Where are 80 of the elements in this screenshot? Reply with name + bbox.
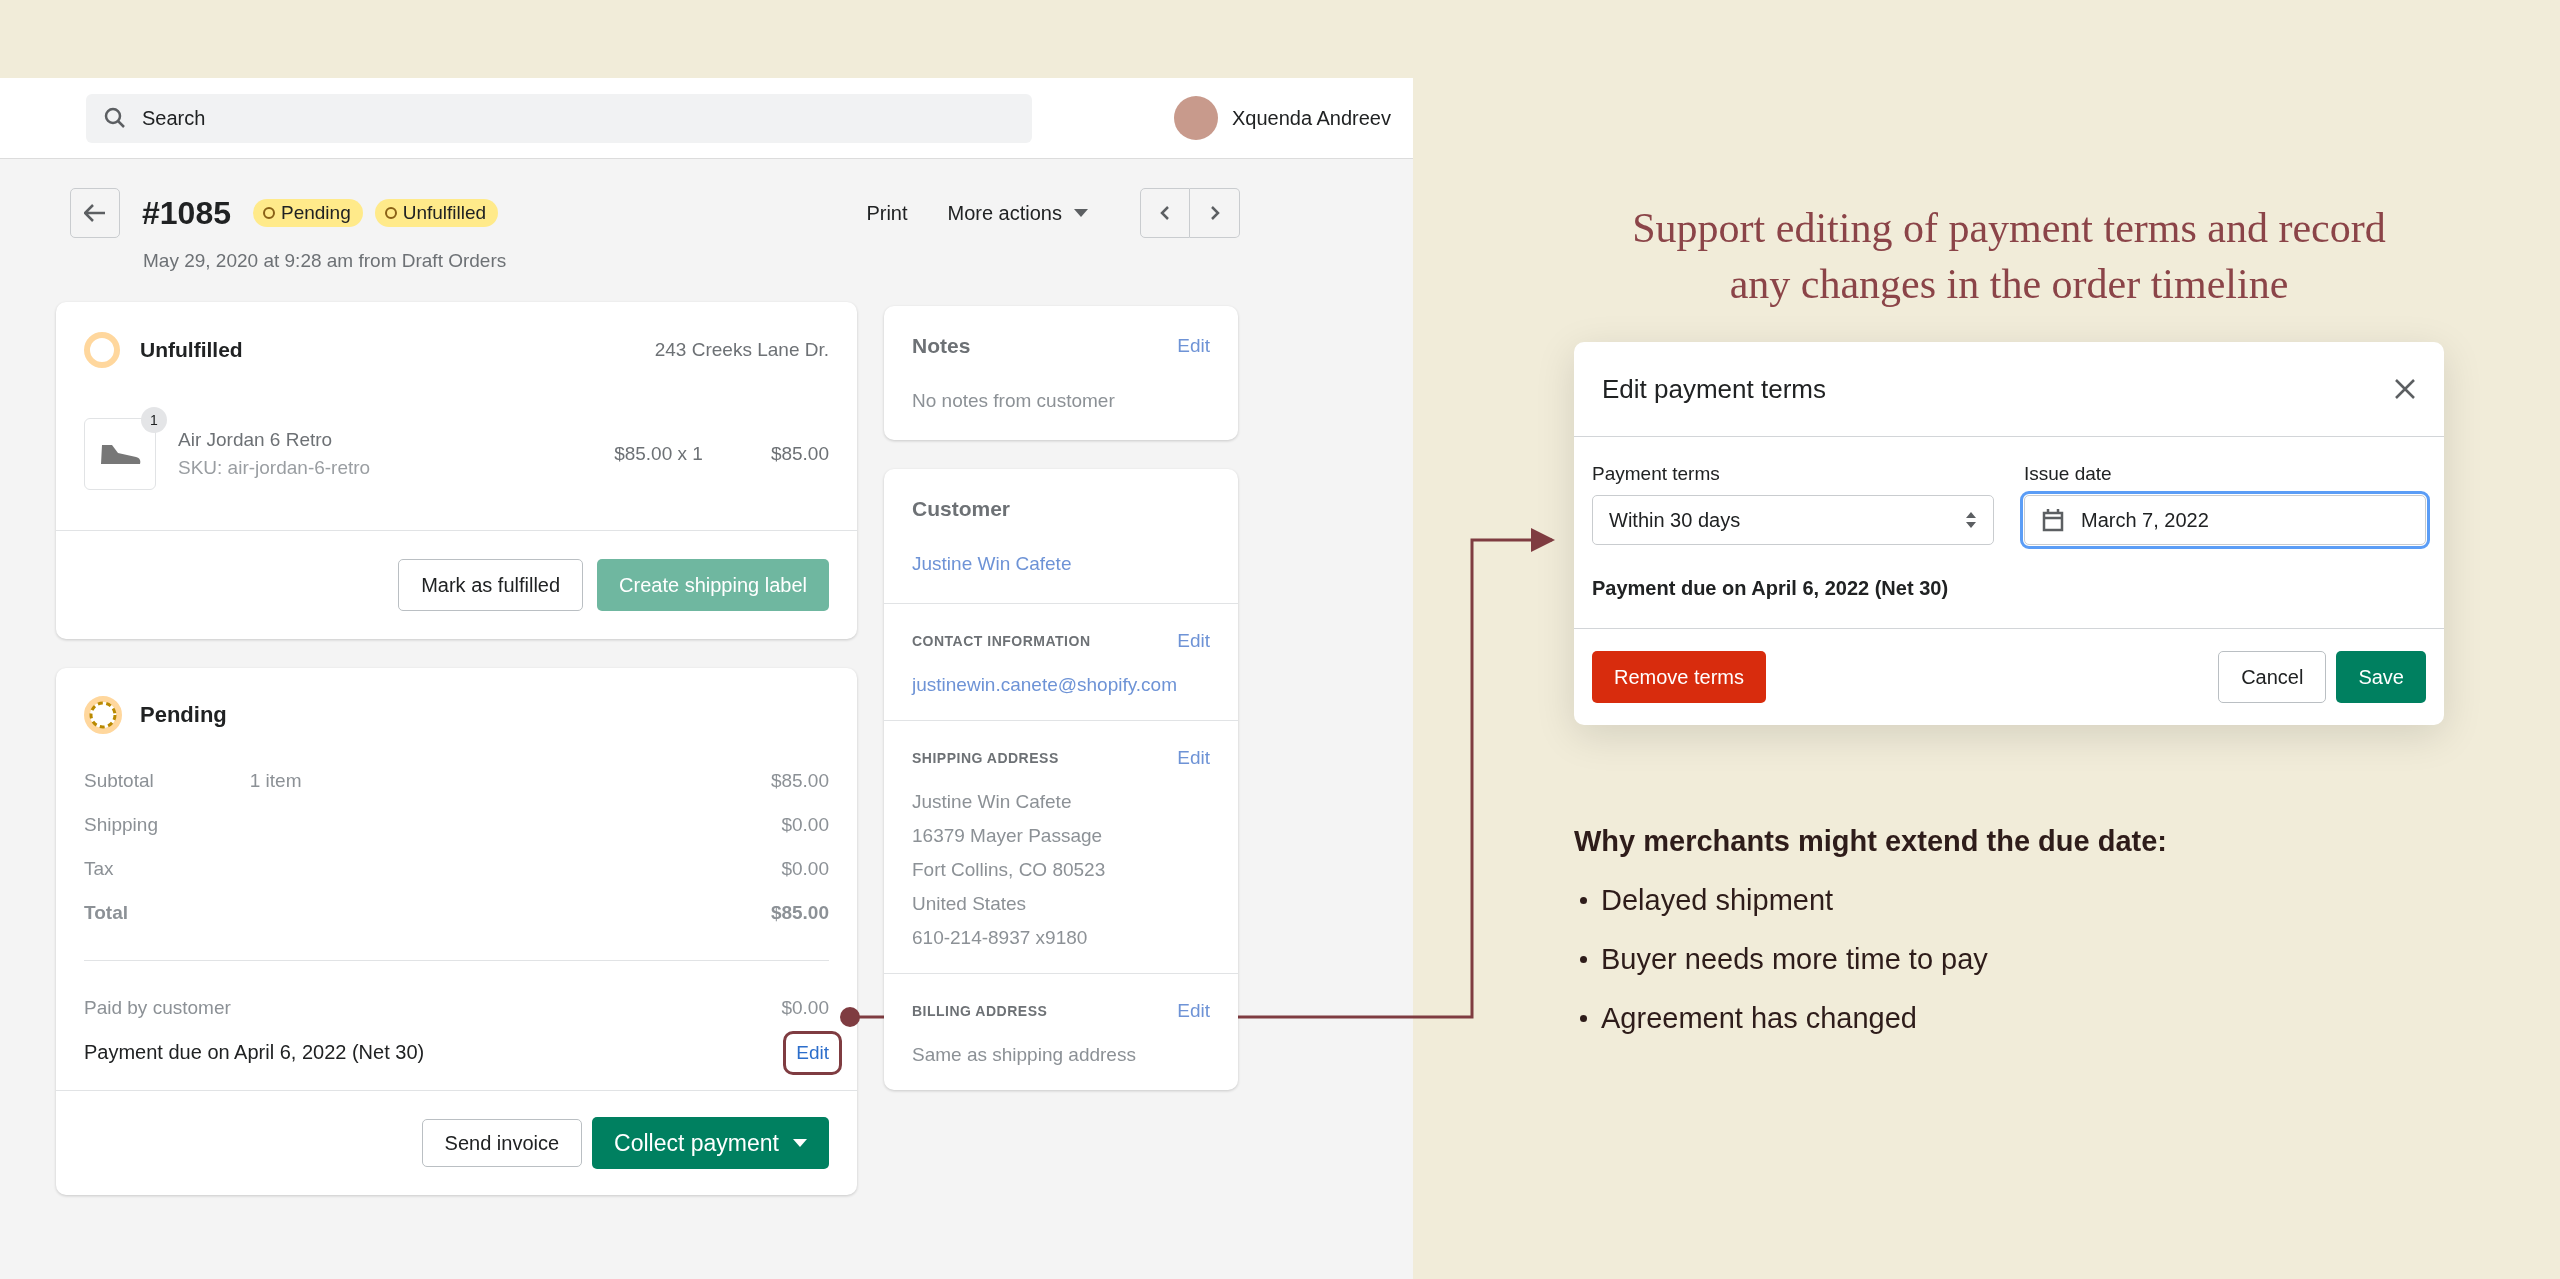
address-line: 610-214-8937 x9180 [912, 927, 1089, 949]
back-button[interactable] [70, 188, 120, 238]
field-label: Payment terms [1592, 463, 1721, 485]
remove-terms-button[interactable]: Remove terms [1592, 651, 1767, 703]
address-line: 16379 Mayer Passage [912, 825, 1104, 847]
cancel-button[interactable]: Cancel [2218, 651, 2327, 703]
reason-item: Delayed shipment [1601, 884, 1834, 917]
card-title: Unfulfilled [140, 338, 243, 362]
chevron-right-icon [1209, 205, 1220, 221]
payment-due-text: Payment due on April 6, 2022 (Net 30) [1592, 577, 1950, 600]
product-name: Air Jordan 6 Retro [178, 429, 334, 451]
close-button[interactable] [2394, 378, 2416, 400]
section-heading: CONTACT INFORMATION [912, 633, 1091, 649]
calendar-icon [2042, 508, 2064, 532]
collect-payment-button[interactable]: Collect payment [592, 1117, 829, 1169]
quantity-badge: 1 [141, 407, 167, 433]
address-line: United States [912, 893, 1028, 915]
address-line: Justine Win Cafete [912, 791, 1073, 813]
card-title: Notes [912, 334, 971, 358]
summary-label: Total [84, 902, 128, 924]
address-line: Same as shipping address [912, 1044, 1137, 1066]
print-button[interactable]: Print [866, 201, 908, 225]
edit-link[interactable]: Edit [1177, 1000, 1210, 1022]
headline: Support editing of payment terms and record any changes in the order timeline [1631, 204, 2387, 309]
shipping-address: 243 Creeks Lane Dr. [654, 339, 829, 361]
mark-fulfilled-button[interactable]: Mark as fulfilled [398, 559, 584, 611]
summary-amount: $0.00 [781, 858, 829, 880]
caret-icon [793, 1139, 807, 1147]
notes-text: No notes from customer [912, 390, 1116, 412]
pending-status-icon [84, 696, 122, 734]
edit-link[interactable]: Edit [1177, 747, 1210, 769]
back-arrow-icon [84, 204, 106, 222]
section-heading: SHIPPING ADDRESS [912, 750, 1059, 766]
summary-label: Shipping [84, 814, 158, 836]
search-icon [104, 107, 126, 129]
bullet-icon [1580, 897, 1587, 904]
close-icon [2394, 378, 2416, 400]
summary-amount: $0.00 [781, 814, 829, 836]
unit-price: $85.00 x 1 [614, 443, 703, 465]
reasons-heading: Why merchants might extend the due date: [1574, 825, 2168, 858]
up-down-arrows-icon [1965, 511, 1977, 529]
chevron-left-icon [1160, 205, 1170, 221]
product-sku: SKU: air-jordan-6-retro [178, 457, 371, 479]
section-heading: BILLING ADDRESS [912, 1003, 1048, 1019]
order-number: #1085 [142, 194, 231, 232]
save-button[interactable]: Save [2336, 651, 2426, 703]
status-ring-icon [84, 332, 120, 368]
status-badge: Pending [253, 199, 363, 227]
summary-label: Tax [84, 858, 114, 880]
dialog-title: Edit payment terms [1602, 373, 1826, 405]
payment-due-text: Payment due on April 6, 2022 (Net 30) [84, 1041, 425, 1064]
caret-icon [1074, 209, 1088, 217]
reason-item: Buyer needs more time to pay [1601, 943, 1988, 976]
edit-link[interactable]: Edit [1177, 630, 1210, 652]
more-actions-button[interactable]: More actions [947, 201, 1088, 225]
summary-label: Subtotal [84, 770, 154, 792]
edit-link[interactable]: Edit [796, 1041, 829, 1063]
bullet-icon [1580, 1015, 1587, 1022]
user-name: Xquenda Andreev [1231, 106, 1391, 130]
address-line: Fort Collins, CO 80523 [912, 859, 1107, 881]
card-title: Pending [140, 702, 227, 728]
card-title: Customer [912, 497, 1012, 521]
order-date: May 29, 2020 at 9:28 am from Draft Orders [143, 250, 508, 272]
line-total: $85.00 [770, 443, 829, 465]
email-link[interactable]: justinewin.canete@shopify.com [912, 674, 1210, 696]
search-field[interactable]: Search [86, 93, 1032, 143]
avatar [1173, 96, 1218, 140]
bullet-icon [1580, 956, 1587, 963]
field-label: Issue date [2024, 463, 2113, 485]
summary-detail: 1 item [249, 770, 302, 792]
reason-item: Agreement has changed [1601, 1002, 1917, 1035]
summary-amount: $85.00 [770, 902, 829, 924]
edit-link[interactable]: Edit [1177, 335, 1210, 357]
status-badge: Unfulfilled [374, 199, 499, 227]
summary-amount: $85.00 [770, 770, 829, 792]
paid-amount: $0.00 [781, 997, 829, 1019]
payment-terms-select[interactable]: Within 30 days [1592, 495, 1994, 545]
customer-name-link[interactable]: Justine Win Cafete [912, 553, 1210, 575]
send-invoice-button[interactable]: Send invoice [421, 1119, 583, 1167]
paid-label: Paid by customer [84, 997, 231, 1019]
